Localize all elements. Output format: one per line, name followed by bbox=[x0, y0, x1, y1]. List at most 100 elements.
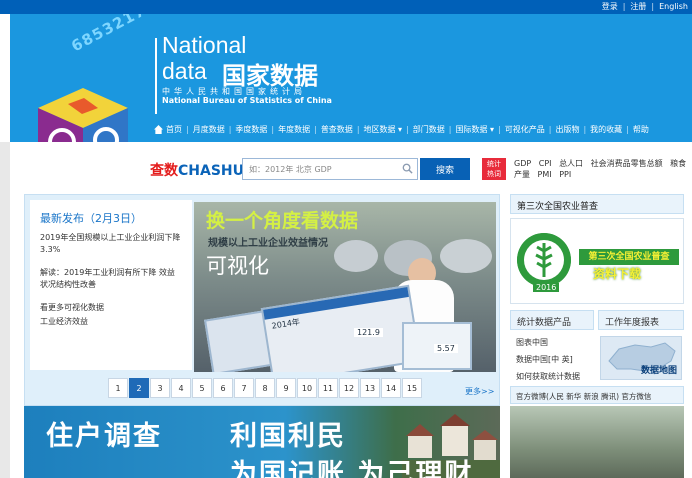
page-button[interactable]: 3 bbox=[150, 378, 170, 398]
home-icon bbox=[154, 125, 163, 134]
census-download-label: 资料下载 bbox=[593, 267, 642, 281]
hot-badge-line: 统计 bbox=[487, 160, 501, 168]
nav-publications[interactable]: 出版物 bbox=[551, 124, 583, 135]
product-link[interactable]: 数据中国[中 英] bbox=[516, 351, 580, 368]
divider: | bbox=[626, 125, 629, 134]
page-button[interactable]: 8 bbox=[255, 378, 275, 398]
divider: | bbox=[314, 125, 317, 134]
register-link[interactable]: 注册 bbox=[630, 1, 646, 12]
page-button[interactable]: 13 bbox=[360, 378, 380, 398]
census-section-title: 第三次全国农业普查 bbox=[510, 194, 684, 214]
data-map-thumbnail[interactable]: 数据地图 bbox=[600, 336, 682, 380]
page-button-active[interactable]: 2 bbox=[129, 378, 149, 398]
banner-text: 利国利民 bbox=[230, 421, 346, 452]
search-input[interactable]: 如：2012年 北京 GDP bbox=[242, 158, 418, 180]
social-media-links[interactable]: 官方微博(人民 新华 新浪 腾讯) 官方微信 bbox=[510, 386, 684, 404]
divider: | bbox=[651, 2, 655, 11]
hot-term-link[interactable]: CPI bbox=[539, 159, 552, 168]
divider: | bbox=[356, 125, 360, 134]
household-survey-banner[interactable]: 住户调查 利国利民 为国记账 为己理财 bbox=[24, 406, 500, 478]
page-button[interactable]: 9 bbox=[276, 378, 296, 398]
news-link[interactable]: 工业经济效益 bbox=[40, 316, 182, 328]
hot-term-link[interactable]: GDP bbox=[514, 159, 531, 168]
page-button[interactable]: 6 bbox=[213, 378, 233, 398]
more-link[interactable]: 更多>> bbox=[465, 386, 494, 397]
latest-release-title[interactable]: 最新发布（2月3日） bbox=[40, 210, 182, 226]
nav-favorites[interactable]: 我的收藏 bbox=[586, 124, 626, 135]
slide-subhead: 规模以上工业企业效益情况 bbox=[208, 238, 328, 249]
nav-departmental[interactable]: 部门数据 bbox=[409, 124, 449, 135]
carousel-slide[interactable]: 2014年 121.9 5.57 换一个角度看数据 规模以上工业企业效益情况 可… bbox=[194, 202, 496, 372]
slide-tag: 可视化 bbox=[206, 254, 269, 278]
page-button[interactable]: 12 bbox=[339, 378, 359, 398]
screen-year: 2014年 bbox=[271, 317, 301, 331]
page-button[interactable]: 14 bbox=[381, 378, 401, 398]
nav-quarterly[interactable]: 季度数据 bbox=[231, 124, 271, 135]
divider: | bbox=[622, 2, 626, 11]
hot-badge-line: 热词 bbox=[487, 170, 501, 178]
divider: | bbox=[448, 125, 452, 134]
nav-help[interactable]: 帮助 bbox=[629, 124, 653, 135]
page-button[interactable]: 15 bbox=[402, 378, 422, 398]
page-button[interactable]: 4 bbox=[171, 378, 191, 398]
page-button[interactable]: 1 bbox=[108, 378, 128, 398]
hot-term-link[interactable]: 总人口 bbox=[559, 159, 583, 168]
agri-census-banner[interactable]: 2016 第三次全国农业普查 资料下载 bbox=[510, 218, 684, 304]
data-map-label: 数据地图 bbox=[640, 366, 677, 376]
divider: | bbox=[548, 125, 552, 134]
hot-terms-list: GDP CPI 总人口 社会消费品零售总额 粮食产量 PMI PPI bbox=[514, 158, 689, 180]
chashu-logo-en: CHASHU bbox=[178, 163, 244, 179]
hot-term-link[interactable]: PMI bbox=[538, 170, 552, 179]
tab-data-products[interactable]: 统计数据产品 bbox=[510, 310, 594, 330]
divider: | bbox=[498, 125, 501, 134]
login-link[interactable]: 登录 bbox=[602, 1, 618, 12]
side-photo[interactable] bbox=[510, 406, 684, 478]
hot-terms-badge: 统计 热词 bbox=[482, 158, 506, 180]
search-icon[interactable] bbox=[402, 163, 413, 174]
page-button[interactable]: 10 bbox=[297, 378, 317, 398]
nav-home[interactable]: 首页 bbox=[150, 124, 186, 135]
divider: | bbox=[583, 125, 587, 134]
wheat-logo-icon bbox=[517, 233, 571, 287]
carousel-pager: 1 2 3 4 5 6 7 8 9 10 11 12 13 14 15 bbox=[108, 378, 423, 398]
logo-subtitle-en: National Bureau of Statistics of China bbox=[162, 96, 332, 105]
screen-value: 121.9 bbox=[354, 328, 383, 337]
top-bar: 登录 | 注册 | English bbox=[0, 0, 692, 14]
slide-headline: 换一个角度看数据 bbox=[206, 210, 359, 232]
product-link[interactable]: 图表中国 bbox=[516, 334, 580, 351]
news-link[interactable]: 看更多可视化数据 bbox=[40, 302, 182, 314]
hot-term-link[interactable]: PPI bbox=[559, 170, 571, 179]
page-button[interactable]: 11 bbox=[318, 378, 338, 398]
cube-logo-icon[interactable] bbox=[38, 88, 128, 142]
nav-annual[interactable]: 年度数据 bbox=[274, 124, 314, 135]
nav-regional[interactable]: 地区数据 ▾ bbox=[360, 124, 407, 135]
news-link[interactable]: 解读：2019年工业利润有所下降 效益状况结构性改善 bbox=[40, 267, 182, 291]
search-button[interactable]: 搜索 bbox=[420, 158, 470, 180]
nav-international[interactable]: 国际数据 ▾ bbox=[451, 124, 498, 135]
account-links: 登录 | 注册 | English bbox=[602, 1, 688, 12]
product-link[interactable]: 如何获取统计数据 bbox=[516, 368, 580, 385]
page-side-strip bbox=[0, 142, 10, 478]
latest-release-list: 最新发布（2月3日） 2019年全国规模以上工业企业利润下降3.3% 解读：20… bbox=[30, 200, 192, 370]
chashu-logo-cn: 查数 bbox=[150, 163, 178, 179]
page-button[interactable]: 7 bbox=[234, 378, 254, 398]
divider: | bbox=[406, 125, 409, 134]
divider: | bbox=[271, 125, 275, 134]
divider: | bbox=[186, 125, 189, 134]
nav-visualization[interactable]: 可视化产品 bbox=[501, 124, 549, 135]
logo-text-data: data bbox=[162, 58, 207, 84]
tab-annual-reports[interactable]: 工作年度报表 bbox=[598, 310, 684, 330]
header-banner: 6 8 5 3 2 1 7 National data 国家数据 中华人民共和国… bbox=[10, 14, 692, 142]
logo-divider bbox=[155, 38, 157, 114]
news-link[interactable]: 2019年全国规模以上工业企业利润下降3.3% bbox=[40, 232, 182, 256]
english-link[interactable]: English bbox=[659, 2, 688, 11]
chashu-logo: 查数CHASHU bbox=[150, 160, 244, 180]
page-button[interactable]: 5 bbox=[192, 378, 212, 398]
nav-census[interactable]: 普查数据 bbox=[317, 124, 357, 135]
hot-term-link[interactable]: 社会消费品零售总额 bbox=[591, 159, 663, 168]
main-nav: 首页 | 月度数据 | 季度数据 | 年度数据 | 普查数据 | 地区数据 ▾ … bbox=[150, 124, 653, 135]
census-year-badge: 2016 bbox=[533, 283, 560, 292]
screen-value: 5.57 bbox=[434, 344, 458, 353]
nav-monthly[interactable]: 月度数据 bbox=[189, 124, 229, 135]
divider: | bbox=[228, 125, 232, 134]
